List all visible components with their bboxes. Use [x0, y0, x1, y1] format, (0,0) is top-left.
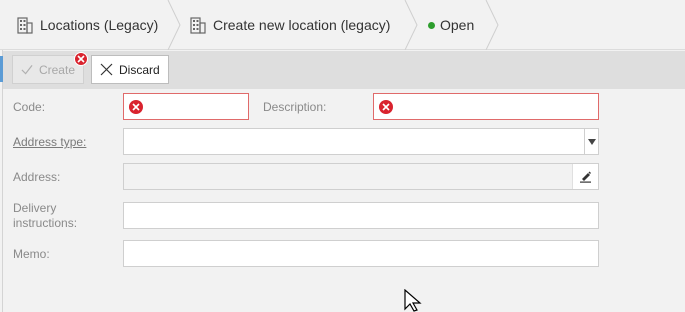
address-field	[123, 163, 599, 190]
caret-down-icon	[587, 138, 596, 145]
building-icon	[190, 17, 206, 34]
checkmark-icon	[21, 64, 33, 75]
discard-button-label: Discard	[119, 62, 160, 77]
chevron-separator-icon	[167, 0, 181, 50]
memo-field[interactable]	[123, 240, 599, 267]
breadcrumb-item-locations[interactable]: Locations (Legacy)	[16, 0, 158, 50]
status-label: Open	[440, 17, 475, 33]
address-label: Address:	[13, 170, 61, 184]
breadcrumb-item-status[interactable]: Open	[428, 0, 474, 50]
delivery-label-line1: Delivery	[13, 201, 57, 215]
breadcrumb-label: Create new location (legacy)	[213, 17, 391, 33]
discard-button[interactable]: Discard	[91, 55, 169, 84]
close-icon	[100, 63, 113, 76]
breadcrumb-item-create-location[interactable]: Create new location (legacy)	[189, 0, 390, 50]
building-icon	[17, 17, 33, 34]
pencil-icon	[580, 171, 591, 183]
delivery-instructions-label: Delivery instructions:	[13, 201, 77, 231]
delivery-label-line2: instructions:	[13, 216, 78, 230]
toolbar: Create Discard	[3, 51, 685, 89]
code-label: Code:	[13, 100, 46, 114]
breadcrumb: Locations (Legacy) Create new location (…	[0, 0, 685, 50]
code-field[interactable]	[123, 93, 249, 120]
address-type-select[interactable]	[123, 128, 599, 155]
address-type-label[interactable]: Address type:	[13, 135, 86, 150]
error-icon	[379, 100, 393, 114]
error-icon	[129, 100, 143, 114]
chevron-separator-icon	[485, 0, 499, 50]
status-dot-icon	[428, 21, 435, 29]
description-label: Description:	[263, 100, 327, 114]
error-badge-icon	[74, 52, 88, 66]
chevron-separator-icon	[404, 0, 418, 50]
mouse-cursor-icon	[404, 289, 422, 312]
description-field[interactable]	[373, 93, 599, 120]
delivery-instructions-field[interactable]	[123, 202, 599, 229]
edit-address-button[interactable]	[572, 164, 598, 189]
left-border	[2, 50, 3, 312]
breadcrumb-label: Locations (Legacy)	[40, 17, 159, 33]
memo-label: Memo:	[13, 247, 50, 261]
dropdown-toggle[interactable]	[584, 129, 598, 154]
create-button-label: Create	[38, 62, 75, 77]
